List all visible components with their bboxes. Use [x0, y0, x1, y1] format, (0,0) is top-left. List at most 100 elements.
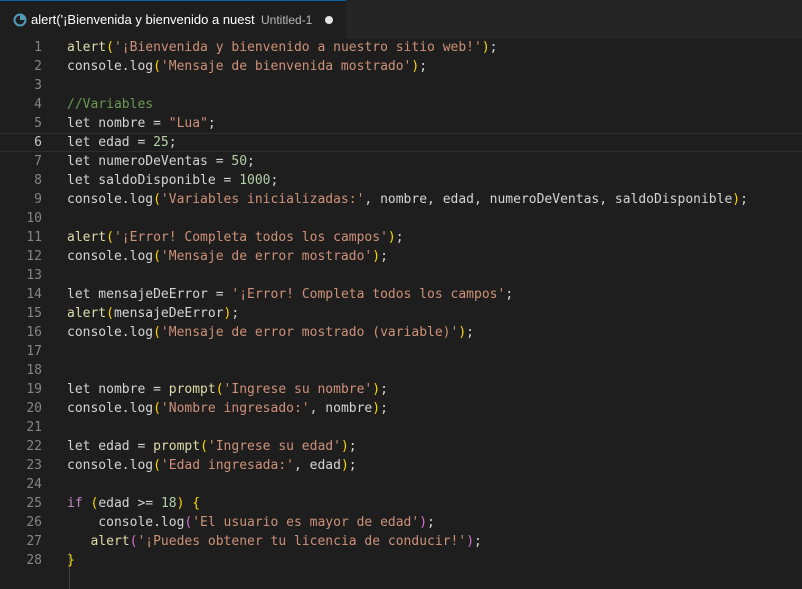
- line-number: 1: [34, 40, 42, 55]
- code-text: console.log('Mensaje de error mostrado')…: [67, 247, 388, 266]
- line-number: 16: [26, 325, 42, 340]
- code-text: console.log('Mensaje de error mostrado (…: [67, 323, 474, 342]
- code-text: console.log('Nombre ingresado:', nombre)…: [67, 399, 388, 418]
- code-token: ): [458, 325, 467, 340]
- code-token: '¡Error! Completa todos los campos': [231, 287, 506, 302]
- code-line[interactable]: 5 let nombre = "Lua";: [0, 114, 802, 133]
- code-line[interactable]: 11 alert('¡Error! Completa todos los camp…: [0, 228, 802, 247]
- code-token: (: [153, 192, 161, 207]
- code-token: ;: [740, 192, 748, 207]
- code-line[interactable]: 26 console.log('El usuario es mayor de e…: [0, 513, 802, 532]
- code-text: let saldoDisponible = 1000;: [67, 171, 278, 190]
- code-token: ;: [270, 173, 279, 188]
- code-token: console.log: [67, 325, 154, 340]
- code-token: ;: [489, 40, 498, 55]
- line-number: 6: [34, 135, 42, 150]
- line-number: 5: [34, 116, 42, 131]
- code-line[interactable]: 27 alert('¡Puedes obtener tu licencia de…: [0, 532, 802, 551]
- code-line[interactable]: 16 console.log('Mensaje de error mostrado…: [0, 323, 802, 342]
- editor-tab[interactable]: alert('¡Bienvenida y bienvenido a nuestr…: [0, 0, 346, 38]
- code-line[interactable]: 10: [0, 209, 802, 228]
- code-line[interactable]: 9 console.log('Variables inicializadas:',…: [0, 190, 802, 209]
- code-token: let nombre =: [67, 116, 169, 131]
- code-token: //Variables: [67, 97, 154, 112]
- code-line[interactable]: 18: [0, 361, 802, 380]
- line-number: 18: [26, 363, 42, 378]
- code-token: (: [200, 439, 208, 454]
- code-token: 'Mensaje de error mostrado': [160, 249, 373, 264]
- code-text: let edad = prompt('Ingrese su edad');: [67, 437, 357, 456]
- code-line[interactable]: 20 console.log('Nombre ingresado:', nombr…: [0, 399, 802, 418]
- line-number: 23: [26, 458, 42, 473]
- code-token: alert: [67, 306, 107, 321]
- code-token: 'Edad ingresada:': [160, 458, 294, 473]
- code-text: let nombre = prompt('Ingrese su nombre')…: [67, 380, 388, 399]
- code-line[interactable]: 17: [0, 342, 802, 361]
- code-line[interactable]: 7 let numeroDeVentas = 50;: [0, 152, 802, 171]
- line-number: 13: [26, 268, 42, 283]
- code-line[interactable]: 19 let nombre = prompt('Ingrese su nombre…: [0, 380, 802, 399]
- javascript-file-icon: [12, 12, 28, 28]
- code-token: ;: [380, 249, 388, 264]
- line-number: 27: [26, 534, 42, 549]
- line-number: 21: [26, 420, 42, 435]
- code-line[interactable]: 8 let saldoDisponible = 1000;: [0, 171, 802, 190]
- code-token: 'Ingrese su nombre': [223, 382, 373, 397]
- code-line[interactable]: 25 if (edad >= 18) {: [0, 494, 802, 513]
- code-token: edad >=: [98, 496, 161, 511]
- line-number: 20: [26, 401, 42, 416]
- code-token: '¡Bienvenida y bienvenido a nuestro siti…: [113, 40, 482, 55]
- code-token: ): [340, 458, 349, 473]
- code-token: , nombre, edad, numeroDeVentas, saldoDis…: [364, 192, 733, 207]
- code-line[interactable]: 13: [0, 266, 802, 285]
- line-number: 15: [26, 306, 42, 321]
- code-token: (: [106, 40, 114, 55]
- code-line[interactable]: 2 console.log('Mensaje de bienvenida most…: [0, 57, 802, 76]
- code-token: , edad: [293, 458, 341, 473]
- code-token: , nombre: [309, 401, 373, 416]
- code-line[interactable]: 21: [0, 418, 802, 437]
- code-token: console.log: [67, 458, 154, 473]
- code-line[interactable]: 15 alert(mensajeDeError);: [0, 304, 802, 323]
- line-number: 3: [34, 78, 42, 93]
- code-text: console.log('Variables inicializadas:', …: [67, 190, 748, 209]
- code-line[interactable]: 12 console.log('Mensaje de error mostrado…: [0, 247, 802, 266]
- code-token: let saldoDisponible =: [67, 173, 240, 188]
- code-line[interactable]: 6 let edad = 25;: [0, 133, 802, 152]
- code-text: let numeroDeVentas = 50;: [67, 152, 255, 171]
- code-token: ;: [505, 287, 514, 302]
- code-token: '¡Error! Completa todos los campos': [113, 230, 388, 245]
- code-text: //Variables: [67, 95, 153, 114]
- code-token: ;: [474, 534, 482, 549]
- line-number: 14: [26, 287, 42, 302]
- code-token: {: [192, 496, 201, 511]
- code-text: let mensajeDeError = '¡Error! Completa t…: [67, 285, 513, 304]
- tab-bar: alert('¡Bienvenida y bienvenido a nuestr…: [0, 0, 802, 38]
- code-token: 'Mensaje de error mostrado (variable)': [160, 325, 459, 340]
- code-line[interactable]: 4 //Variables: [0, 95, 802, 114]
- code-text: console.log('Edad ingresada:', edad);: [67, 456, 357, 475]
- code-token: 'Mensaje de bienvenida mostrado': [160, 59, 412, 74]
- line-number: 22: [26, 439, 42, 454]
- code-token: ): [466, 534, 475, 549]
- code-editor[interactable]: 1 alert('¡Bienvenida y bienvenido a nuest…: [0, 38, 802, 589]
- code-text: if (edad >= 18) {: [67, 494, 200, 513]
- code-line[interactable]: 22 let edad = prompt('Ingrese su edad');: [0, 437, 802, 456]
- code-text: alert(mensajeDeError);: [67, 304, 239, 323]
- tab-title: alert('¡Bienvenida y bienvenido a nuestr: [31, 12, 255, 27]
- code-token: ): [372, 249, 381, 264]
- code-line[interactable]: 3: [0, 76, 802, 95]
- code-line[interactable]: 1 alert('¡Bienvenida y bienvenido a nuest…: [0, 38, 802, 57]
- code-token: (: [106, 230, 114, 245]
- code-line[interactable]: 24: [0, 475, 802, 494]
- code-token: "Lua": [168, 116, 208, 131]
- line-number: 19: [26, 382, 42, 397]
- code-line[interactable]: 14 let mensajeDeError = '¡Error! Completa…: [0, 285, 802, 304]
- code-line[interactable]: 28}: [0, 551, 802, 570]
- code-line[interactable]: 23 console.log('Edad ingresada:', edad);: [0, 456, 802, 475]
- code-token: ;: [207, 116, 216, 131]
- unsaved-changes-dot-icon[interactable]: [325, 15, 334, 24]
- code-token: 'Variables inicializadas:': [160, 192, 365, 207]
- code-token: ): [387, 230, 396, 245]
